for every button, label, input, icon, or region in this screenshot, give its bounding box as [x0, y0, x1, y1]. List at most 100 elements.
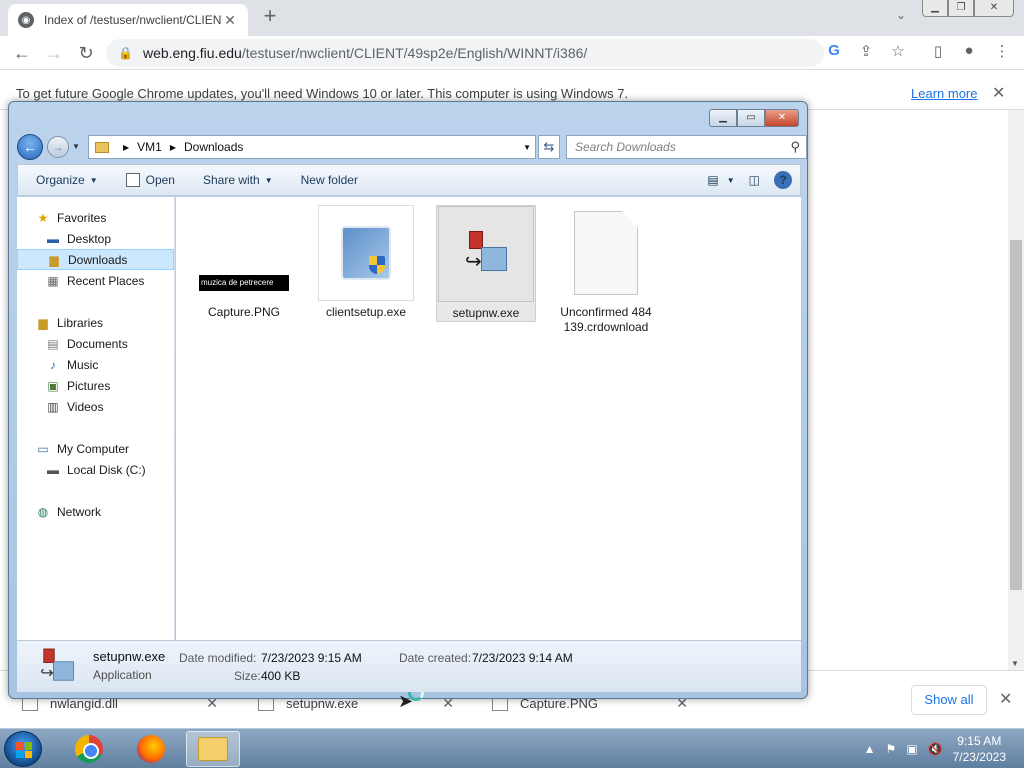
bookmark-star-icon[interactable]: ☆ — [887, 42, 909, 60]
search-icon[interactable]: ⚲ — [790, 139, 800, 155]
installer-thumbnail — [318, 205, 414, 301]
nav-local-disk[interactable]: ▬ Local Disk (C:) — [17, 459, 174, 480]
clock-date: 7/23/2023 — [952, 750, 1006, 764]
back-arrow-icon[interactable]: ← — [10, 42, 34, 64]
explorer-close-button[interactable]: ✕ — [765, 109, 799, 127]
setup-program-icon: ↪ — [461, 229, 511, 279]
explorer-address-bar[interactable]: ▶ VM1 ▶ Downloads ▼ — [88, 135, 536, 159]
installer-shield-icon — [341, 226, 391, 280]
image-thumbnail: muzica de petrecere — [196, 205, 292, 301]
nav-videos[interactable]: ▥ Videos — [17, 396, 174, 417]
nav-desktop[interactable]: ▬ Desktop — [17, 228, 174, 249]
explorer-forward-button[interactable]: → — [47, 136, 69, 158]
recent-pages-dropdown-icon[interactable]: ▼ — [72, 142, 80, 151]
view-dropdown-icon[interactable]: ▼ — [727, 176, 735, 185]
size-value: 400 KB — [261, 669, 301, 683]
setup-program-icon: ↪ — [37, 647, 87, 697]
change-view-icon[interactable]: ▤ — [707, 173, 718, 187]
infobar-close-icon[interactable]: ✕ — [992, 83, 1005, 103]
tab-close-icon[interactable]: ✕ — [222, 12, 238, 29]
breadcrumb-downloads[interactable]: Downloads — [184, 140, 243, 154]
file-name: Unconfirmed 484139.crdownload — [560, 305, 652, 334]
globe-icon: ◉ — [18, 12, 34, 28]
scrollbar-thumb[interactable] — [1010, 240, 1022, 590]
nav-pictures[interactable]: ▣ Pictures — [17, 375, 174, 396]
taskbar-clock[interactable]: 9:15 AM 7/23/2023 — [953, 733, 1006, 765]
nav-documents[interactable]: ▤ Documents — [17, 333, 174, 354]
nav-libraries[interactable]: ▆ Libraries — [17, 312, 174, 333]
address-dropdown-icon[interactable]: ▼ — [523, 143, 531, 152]
nav-recent-places[interactable]: ▦ Recent Places — [17, 270, 174, 291]
browser-tab[interactable]: ◉ Index of /testuser/nwclient/CLIENT ✕ — [8, 4, 248, 36]
explorer-window-controls: ▁ ▭ ✕ — [709, 109, 799, 127]
size-label: Size: — [234, 669, 261, 683]
profile-avatar-icon[interactable]: ● — [958, 42, 980, 59]
breadcrumb-separator-icon[interactable]: ▶ — [170, 143, 176, 152]
address-bar[interactable]: 🔒 web.eng.fiu.edu/testuser/nwclient/CLIE… — [106, 39, 824, 67]
show-all-button[interactable]: Show all — [911, 685, 987, 715]
action-center-icon[interactable]: ⚑ — [886, 742, 897, 756]
explorer-minimize-button[interactable]: ▁ — [709, 109, 737, 127]
share-icon[interactable]: ⇪ — [855, 42, 877, 60]
new-folder-button[interactable]: New folder — [301, 173, 358, 187]
blank-document-thumbnail — [558, 205, 654, 301]
date-modified-value: 7/23/2023 9:15 AM — [261, 651, 362, 665]
tray-expand-icon[interactable]: ▲ — [864, 742, 876, 756]
organize-menu[interactable]: Organize ▼ — [36, 173, 98, 187]
volume-muted-icon[interactable]: 🔇 — [928, 742, 943, 756]
scroll-down-icon[interactable]: ▼ — [1011, 659, 1019, 668]
explorer-back-button[interactable]: ← — [17, 134, 43, 160]
side-panel-icon[interactable]: ▯ — [927, 42, 949, 60]
taskbar-explorer-button[interactable] — [186, 731, 240, 767]
taskbar-chrome-button[interactable] — [62, 731, 116, 767]
url-domain: web.eng.fiu.edu — [142, 45, 242, 61]
page-scrollbar[interactable]: ▼ — [1008, 110, 1024, 670]
url-path: /testuser/nwclient/CLIENT/49sp2e/English… — [241, 45, 588, 61]
chevron-down-icon: ▼ — [264, 175, 273, 185]
restore-button[interactable]: ❐ — [948, 0, 974, 17]
computer-icon: ▭ — [37, 441, 49, 456]
windows-logo-icon — [16, 742, 32, 758]
view-controls: ▤ ▼ ◫ ? — [693, 171, 792, 189]
new-tab-button[interactable]: + — [258, 5, 282, 29]
breadcrumb-separator-icon[interactable]: ▶ — [123, 143, 129, 152]
start-button[interactable] — [4, 731, 42, 767]
network-icon[interactable]: ▣ — [906, 742, 917, 756]
date-created-value: 7/23/2023 9:14 AM — [472, 651, 573, 665]
file-list: muzica de petrecere Capture.PNG clientse… — [176, 197, 801, 711]
reload-icon[interactable]: ↻ — [74, 42, 98, 64]
close-button[interactable]: ✕ — [974, 0, 1014, 17]
menu-kebab-icon[interactable]: ⋮ — [991, 42, 1013, 60]
nav-favorites[interactable]: ★ Favorites — [17, 207, 174, 228]
file-item-clientsetup[interactable]: clientsetup.exe — [316, 205, 416, 320]
explorer-search-input[interactable]: Search Downloads ⚲ — [566, 135, 807, 159]
minimize-button[interactable]: ▁ — [922, 0, 948, 17]
taskbar-firefox-button[interactable] — [124, 731, 178, 767]
explorer-navigation-bar: ← → ▼ ▶ VM1 ▶ Downloads ▼ ⇆ Search Downl… — [17, 134, 807, 162]
nav-my-computer[interactable]: ▭ My Computer — [17, 438, 174, 459]
share-with-menu[interactable]: Share with ▼ — [203, 173, 273, 187]
chevron-down-icon: ▼ — [89, 175, 98, 185]
file-item-capture[interactable]: muzica de petrecere Capture.PNG — [194, 205, 294, 320]
file-item-crdownload[interactable]: Unconfirmed 484139.crdownload — [558, 205, 654, 335]
organize-label: Organize — [36, 173, 85, 187]
breadcrumb-vm1[interactable]: VM1 — [137, 140, 162, 154]
refresh-button[interactable]: ⇆ — [538, 135, 560, 159]
forward-arrow-icon[interactable]: → — [42, 42, 66, 64]
preview-pane-icon[interactable]: ◫ — [749, 173, 760, 187]
google-lens-icon[interactable]: G — [823, 42, 845, 59]
tab-search-chevron-icon[interactable]: ⌄ — [896, 8, 906, 22]
nav-downloads[interactable]: ▆ Downloads — [17, 249, 174, 270]
file-item-setupnw[interactable]: ↪ setupnw.exe — [436, 205, 536, 322]
open-label: Open — [145, 173, 175, 187]
shelf-close-icon[interactable]: ✕ — [999, 689, 1012, 709]
chrome-icon — [75, 735, 103, 763]
nav-network[interactable]: ◍ Network — [17, 501, 174, 522]
learn-more-link[interactable]: Learn more — [911, 86, 977, 101]
help-icon[interactable]: ? — [774, 171, 792, 189]
explorer-maximize-button[interactable]: ▭ — [737, 109, 765, 127]
file-name: setupnw.exe — [452, 306, 520, 320]
nav-music[interactable]: ♪ Music — [17, 354, 174, 375]
firefox-icon — [137, 735, 165, 763]
open-button[interactable]: Open — [125, 173, 175, 187]
